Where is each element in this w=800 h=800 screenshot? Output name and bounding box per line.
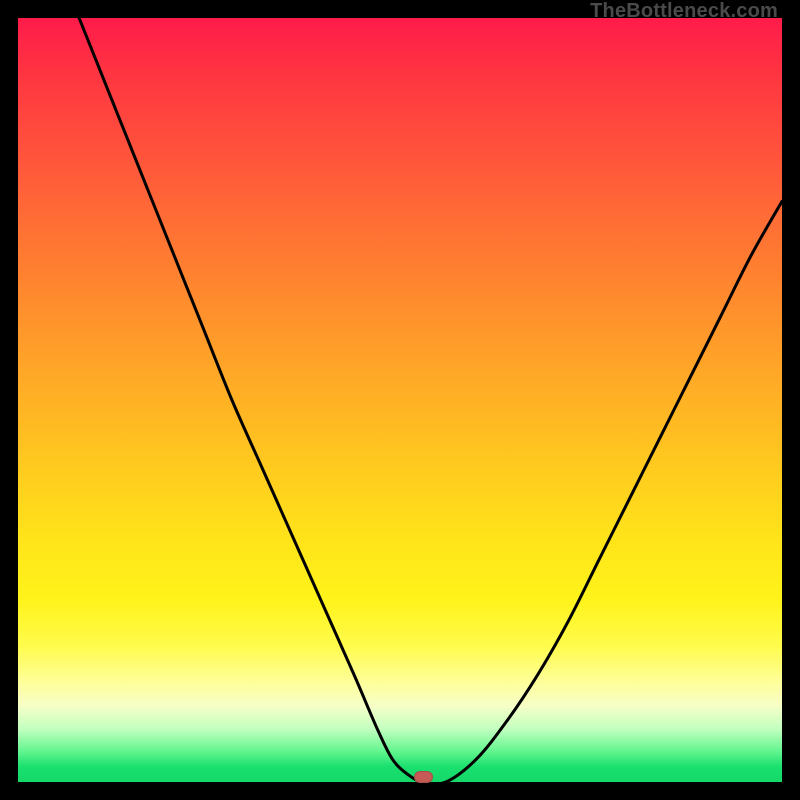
bottleneck-marker xyxy=(414,771,433,783)
chart-root: { "credit": "TheBottleneck.com", "colors… xyxy=(0,0,800,800)
bottleneck-curve-path xyxy=(79,18,782,782)
curve-svg xyxy=(18,18,782,782)
plot-area xyxy=(18,18,782,782)
